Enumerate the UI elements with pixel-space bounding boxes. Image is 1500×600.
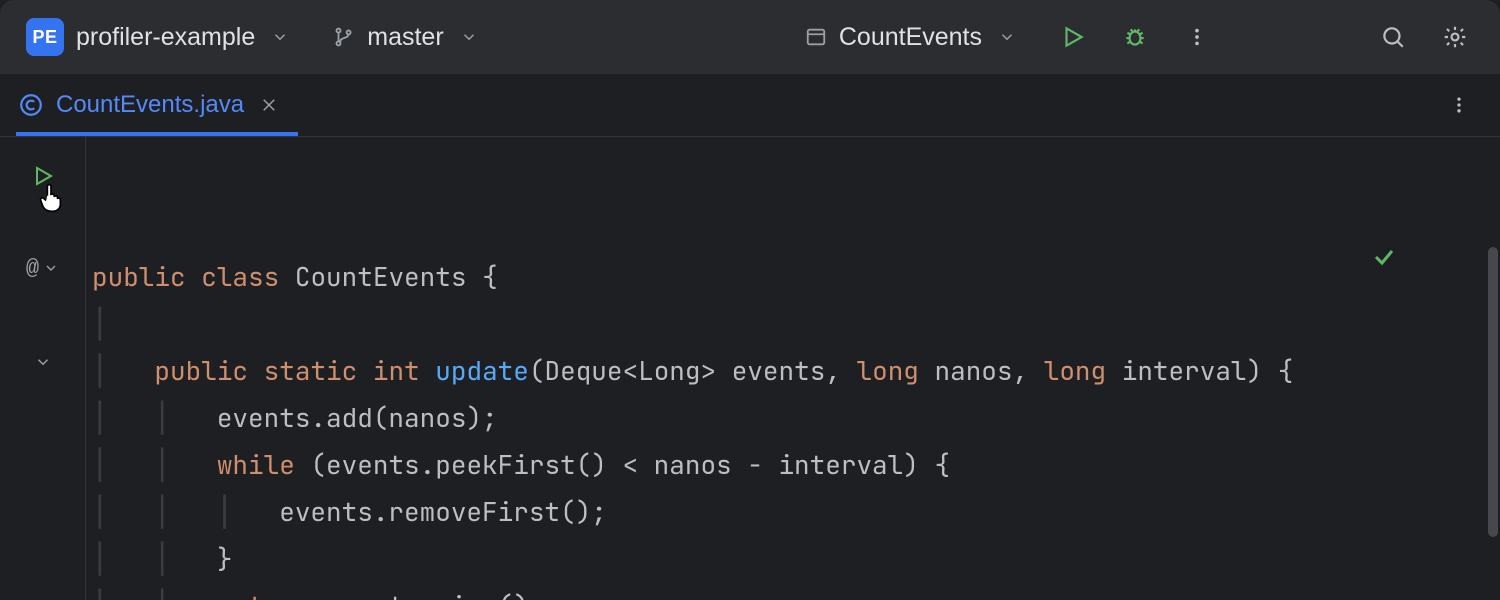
branch-selector[interactable]: master — [333, 23, 477, 52]
override-gutter-icon[interactable]: @ — [0, 245, 85, 291]
project-badge: PE — [26, 18, 64, 56]
debug-button[interactable] — [1116, 18, 1154, 56]
code-line: │ │ events.add(nanos); — [92, 400, 498, 435]
class-icon — [18, 92, 44, 118]
gear-icon — [1442, 24, 1468, 50]
close-icon — [260, 96, 278, 114]
code-line: │ │ return events.size(); — [92, 588, 544, 600]
more-vertical-icon — [1186, 26, 1208, 48]
tab-filename: CountEvents.java — [56, 91, 244, 119]
run-button[interactable] — [1054, 18, 1092, 56]
editor: @ public class CountEvents { │ │ public … — [0, 136, 1500, 600]
tab-more-button[interactable] — [1440, 86, 1478, 124]
project-name: profiler-example — [76, 23, 255, 52]
settings-button[interactable] — [1436, 18, 1474, 56]
git-branch-icon — [333, 26, 355, 48]
fold-gutter-icon[interactable] — [0, 339, 85, 385]
tab-close-button[interactable] — [256, 96, 278, 114]
code-line: │ │ } — [92, 541, 232, 576]
code-line: │ │ │ events.removeFirst(); — [92, 494, 607, 529]
chevron-down-icon — [271, 28, 289, 46]
code-area[interactable]: public class CountEvents { │ │ public st… — [86, 137, 1486, 600]
check-icon — [1372, 245, 1396, 269]
more-actions-button[interactable] — [1178, 18, 1216, 56]
application-icon — [805, 26, 827, 48]
run-config-name: CountEvents — [839, 23, 982, 52]
chevron-down-icon — [460, 28, 478, 46]
run-config-selector[interactable]: CountEvents — [805, 23, 1016, 52]
code-line: public class CountEvents { — [92, 259, 498, 294]
search-icon — [1380, 24, 1406, 50]
analysis-ok-icon[interactable] — [1372, 151, 1466, 363]
more-vertical-icon — [1449, 95, 1469, 115]
branch-name: master — [367, 23, 443, 52]
editor-gutter: @ — [0, 137, 86, 600]
chevron-down-icon — [34, 353, 52, 371]
project-selector[interactable]: PE profiler-example — [26, 18, 289, 56]
vertical-scrollbar[interactable] — [1486, 137, 1500, 600]
bug-icon — [1122, 24, 1148, 50]
editor-tabstrip: CountEvents.java — [0, 74, 1500, 136]
run-gutter-icon[interactable] — [0, 153, 85, 199]
chevron-down-icon — [998, 28, 1016, 46]
play-icon — [31, 164, 55, 188]
code-line: │ public static int update(Deque<Long> e… — [92, 353, 1293, 388]
chevron-down-icon — [43, 260, 59, 276]
search-button[interactable] — [1374, 18, 1412, 56]
scroll-thumb[interactable] — [1488, 247, 1498, 537]
main-header: PE profiler-example master CountEvents — [0, 0, 1500, 74]
play-icon — [1060, 24, 1086, 50]
code-line: │ — [92, 306, 108, 341]
editor-tab[interactable]: CountEvents.java — [16, 74, 298, 136]
code-line: │ │ while (events.peekFirst() < nanos - … — [92, 447, 950, 482]
